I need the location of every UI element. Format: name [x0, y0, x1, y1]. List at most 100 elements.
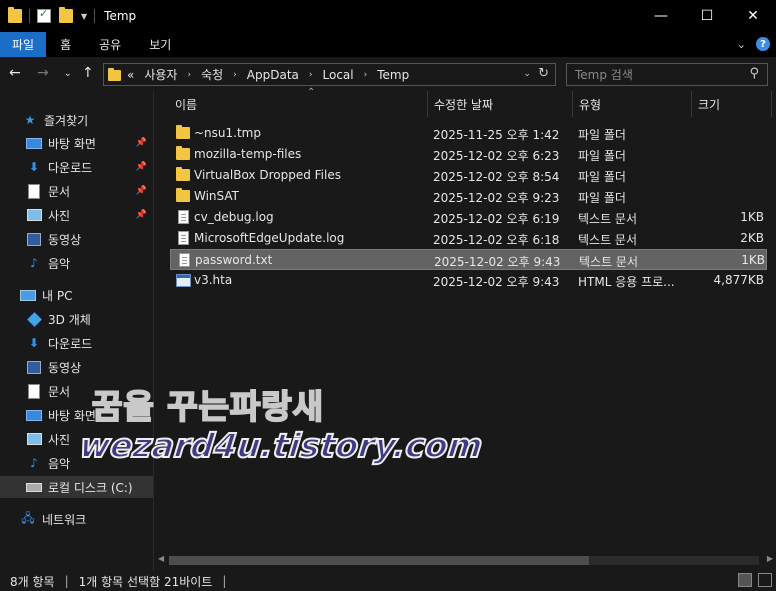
new-folder-icon[interactable] [59, 7, 73, 23]
video-icon [26, 232, 42, 246]
tab-view[interactable]: 보기 [135, 32, 185, 57]
file-type: 파일 폴더 [578, 149, 626, 163]
file-row[interactable]: ~nsu1.tmp 2025-11-25 오후 1:42 파일 폴더 [170, 123, 767, 144]
up-arrow-icon[interactable]: ↑ [82, 65, 94, 81]
file-size: 2KB [740, 231, 764, 245]
sidebar-item-music[interactable]: ♪ 음악 [0, 452, 153, 474]
minimize-button[interactable]: — [638, 0, 684, 32]
sidebar-item-documents[interactable]: 문서 [0, 380, 153, 402]
details-view-button[interactable] [738, 573, 752, 587]
column-header-date[interactable]: 수정한 날짜 [428, 91, 573, 117]
sidebar-item-music[interactable]: ♪ 음악 [0, 252, 153, 274]
file-name: VirtualBox Dropped Files [194, 168, 341, 182]
tab-file[interactable]: 파일 [0, 32, 47, 57]
3d-objects-icon [26, 311, 42, 327]
drive-icon [26, 480, 42, 494]
sidebar-item-label: 바탕 화면 [48, 408, 96, 423]
sidebar-item-desktop[interactable]: 바탕 화면 [0, 404, 153, 426]
folder-icon [108, 68, 121, 81]
close-button[interactable]: ✕ [730, 0, 776, 32]
breadcrumb-local[interactable]: Local [323, 68, 354, 82]
file-row-selected[interactable]: password.txt 2025-12-02 오후 9:43 텍스트 문서 1… [170, 249, 767, 270]
recent-locations-icon[interactable]: ⌄ [64, 69, 72, 79]
sidebar-item-label: 바탕 화면 [48, 136, 96, 151]
chevron-right-icon[interactable]: › [309, 70, 313, 80]
pin-icon[interactable]: 📌 [136, 162, 147, 172]
scroll-left-icon[interactable]: ◀ [158, 554, 164, 563]
video-icon [26, 360, 42, 374]
text-file-icon [179, 253, 190, 267]
breadcrumb-temp[interactable]: Temp [377, 68, 409, 82]
sidebar-item-documents[interactable]: 문서 📌 [0, 180, 153, 202]
file-type: 파일 폴더 [578, 128, 626, 142]
column-header-type[interactable]: 유형 [573, 91, 692, 117]
pin-icon[interactable]: 📌 [136, 186, 147, 196]
column-header-size[interactable]: 크기 [692, 91, 772, 117]
chevron-right-icon[interactable]: › [233, 70, 237, 80]
pin-icon[interactable]: 📌 [136, 210, 147, 220]
sidebar-item-pictures[interactable]: 사진 📌 [0, 204, 153, 226]
tab-share[interactable]: 공유 [85, 32, 135, 57]
file-size: 1KB [740, 210, 764, 224]
properties-icon[interactable] [37, 7, 51, 23]
scroll-right-icon[interactable]: ▶ [767, 554, 773, 563]
sidebar-item-network[interactable]: 🖧 네트워크 [0, 508, 153, 530]
breadcrumb-appdata[interactable]: AppData [247, 68, 299, 82]
sidebar-item-videos[interactable]: 동영상 [0, 356, 153, 378]
chevron-down-icon[interactable]: ▼ [81, 12, 87, 21]
sidebar-item-downloads[interactable]: ⬇ 다운로드 📌 [0, 156, 153, 178]
large-icons-view-button[interactable] [758, 573, 772, 587]
document-icon [26, 383, 42, 399]
sidebar-item-downloads[interactable]: ⬇ 다운로드 [0, 332, 153, 354]
folder-icon[interactable] [8, 7, 22, 23]
sidebar-item-videos[interactable]: 동영상 [0, 228, 153, 250]
file-row[interactable]: cv_debug.log 2025-12-02 오후 6:19 텍스트 문서 1… [170, 207, 767, 228]
sidebar-item-label: 동영상 [48, 360, 82, 375]
chevron-right-icon[interactable]: › [187, 70, 191, 80]
file-type: 텍스트 문서 [579, 255, 639, 269]
expand-ribbon-icon[interactable]: ⌄ [737, 38, 746, 51]
breadcrumb-user[interactable]: 숙청 [201, 66, 223, 83]
file-type: 텍스트 문서 [578, 233, 638, 247]
sidebar-item-local-disk[interactable]: 로컬 디스크 (C:) [0, 476, 153, 498]
maximize-button[interactable]: ☐ [684, 0, 730, 32]
sidebar-item-label: 다운로드 [48, 336, 93, 351]
scrollbar-thumb[interactable] [169, 556, 589, 565]
music-icon: ♪ [30, 456, 38, 470]
sidebar-item-this-pc[interactable]: 내 PC [0, 284, 153, 306]
pin-icon[interactable]: 📌 [136, 138, 147, 148]
sidebar-item-desktop[interactable]: 바탕 화면 📌 [0, 132, 153, 154]
forward-arrow-icon[interactable]: → [37, 65, 49, 81]
music-icon: ♪ [30, 256, 38, 270]
address-bar[interactable]: « 사용자 › 숙청 › AppData › Local › Temp ⌄ ↻ [103, 63, 556, 86]
file-row[interactable]: VirtualBox Dropped Files 2025-12-02 오후 8… [170, 165, 767, 186]
text-file-icon [178, 231, 189, 245]
sidebar-item-pictures[interactable]: 사진 [0, 428, 153, 450]
file-name: v3.hta [194, 273, 233, 287]
divider: | [64, 574, 69, 588]
file-date: 2025-12-02 오후 8:54 [433, 170, 560, 184]
search-icon[interactable]: ⚲ [749, 66, 759, 81]
file-row[interactable]: v3.hta 2025-12-02 오후 9:43 HTML 응용 프로... … [170, 270, 767, 291]
breadcrumb-users[interactable]: 사용자 [144, 66, 177, 83]
search-input[interactable]: Temp 검색 ⚲ [566, 63, 768, 86]
file-name: password.txt [195, 253, 273, 267]
column-header-name[interactable]: 이름 ⌃ [169, 87, 428, 117]
sidebar-item-label: 즐겨찾기 [44, 113, 89, 128]
file-row[interactable]: mozilla-temp-files 2025-12-02 오후 6:23 파일… [170, 144, 767, 165]
column-label: 이름 [175, 97, 198, 112]
file-row[interactable]: MicrosoftEdgeUpdate.log 2025-12-02 오후 6:… [170, 228, 767, 249]
horizontal-scrollbar[interactable]: ◀ ▶ [155, 552, 776, 569]
sidebar-item-quick-access[interactable]: ★ 즐겨찾기 [0, 109, 153, 131]
chevron-right-icon[interactable]: › [364, 70, 368, 80]
refresh-icon[interactable]: ↻ [538, 66, 549, 81]
file-row[interactable]: WinSAT 2025-12-02 오후 9:23 파일 폴더 [170, 186, 767, 207]
file-name: mozilla-temp-files [194, 147, 302, 161]
breadcrumb-overflow[interactable]: « [127, 68, 134, 82]
chevron-down-icon[interactable]: ⌄ [523, 69, 531, 79]
help-icon[interactable]: ? [756, 37, 770, 51]
sidebar-item-3d-objects[interactable]: 3D 개체 [0, 308, 153, 330]
sidebar-item-label: 문서 [48, 184, 71, 199]
tab-home[interactable]: 홈 [46, 32, 85, 57]
back-arrow-icon[interactable]: ← [9, 65, 21, 81]
